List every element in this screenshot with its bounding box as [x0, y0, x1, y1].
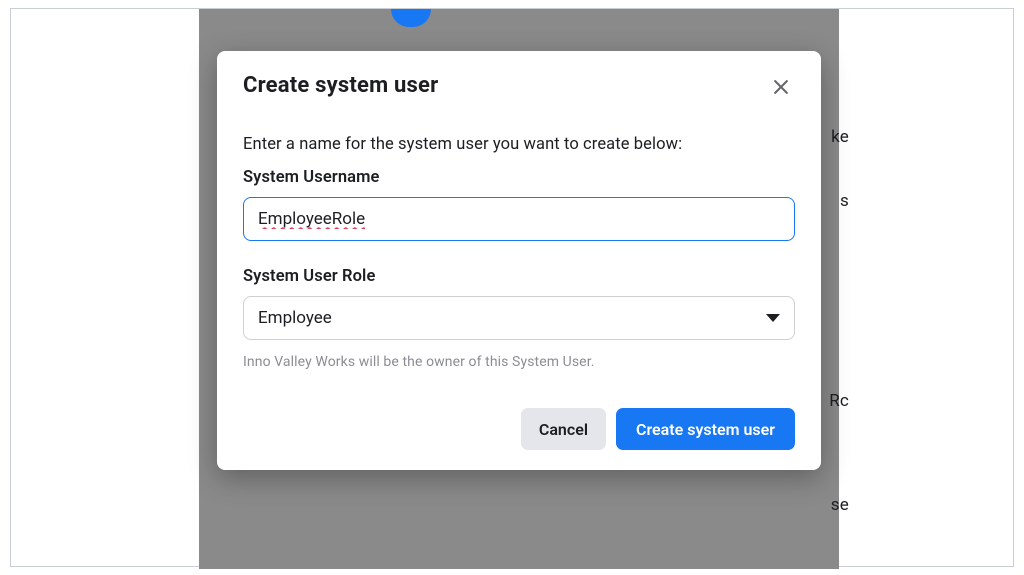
username-label: System Username [243, 168, 795, 187]
role-field-group: System User Role Employee Inno Valley Wo… [243, 267, 795, 370]
role-label: System User Role [243, 267, 795, 286]
create-system-user-modal: Create system user Enter a name for the … [217, 51, 821, 470]
close-icon [771, 77, 791, 97]
owner-helper-text: Inno Valley Works will be the owner of t… [243, 354, 795, 370]
instruction-text: Enter a name for the system user you wan… [243, 135, 795, 154]
bg-text: s [840, 191, 849, 211]
role-selected-value: Employee [258, 308, 332, 328]
username-field-group: System Username [243, 168, 795, 241]
chevron-down-icon [766, 314, 780, 322]
bg-text: Rc [829, 391, 849, 411]
modal-title: Create system user [243, 73, 438, 98]
system-username-input[interactable] [243, 197, 795, 241]
role-select-wrap: Employee [243, 296, 795, 340]
create-system-user-button[interactable]: Create system user [616, 408, 795, 450]
close-button[interactable] [767, 73, 795, 101]
cancel-button[interactable]: Cancel [521, 408, 606, 450]
modal-footer: Cancel Create system user [243, 408, 795, 450]
bg-text: se [831, 495, 849, 515]
system-user-role-select[interactable]: Employee [243, 296, 795, 340]
bg-text: ke [831, 127, 849, 147]
page-frame: ke s Rc se Create system user Enter a na… [10, 8, 1014, 567]
modal-header: Create system user [243, 73, 795, 101]
